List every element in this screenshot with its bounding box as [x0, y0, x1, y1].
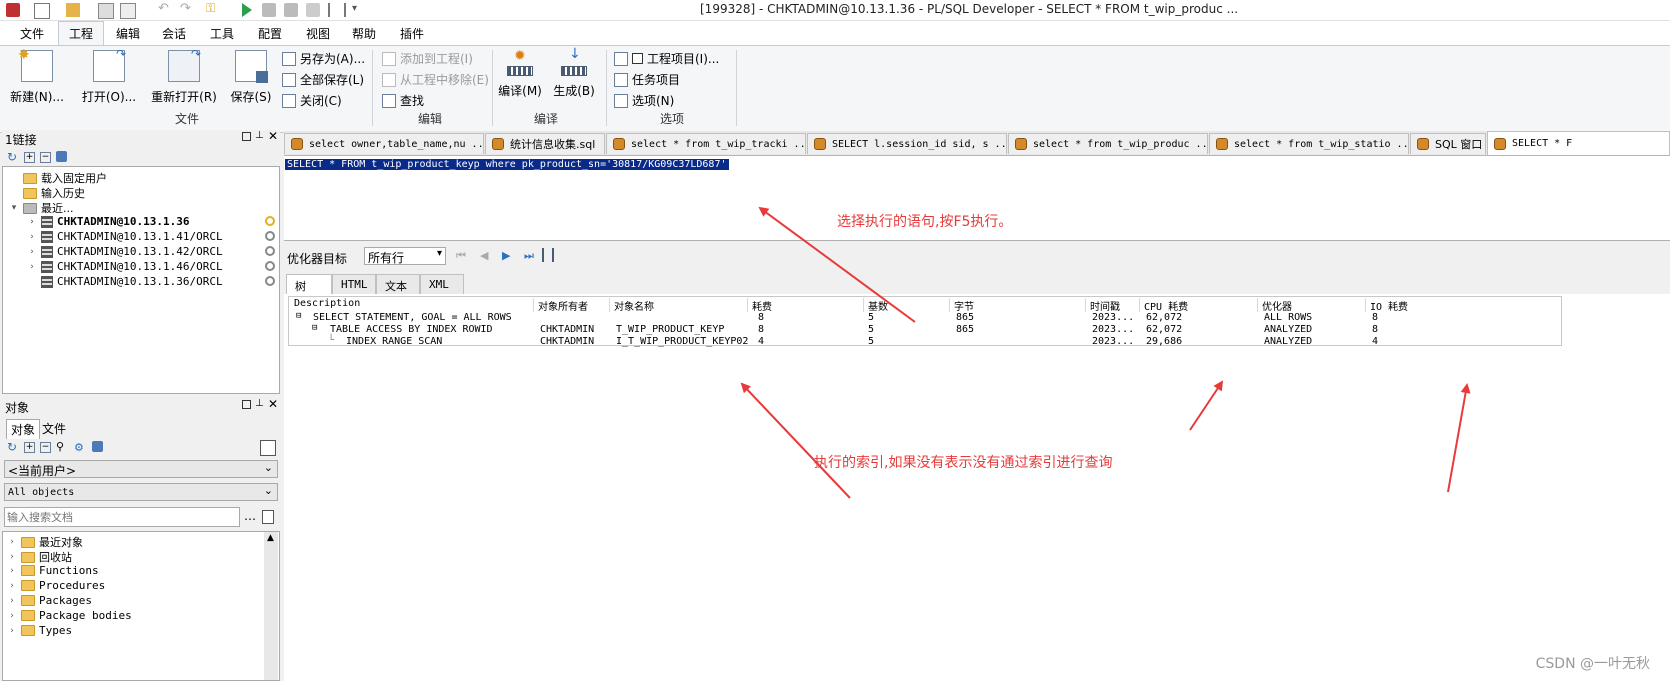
arrow-to-index: [740, 382, 851, 499]
watermark: CSDN @一叶无秋: [1535, 656, 1650, 672]
arrow-to-io-cost: [1447, 383, 1471, 493]
arrow-to-sql: [758, 206, 916, 323]
annotation-arrows: [740, 206, 1471, 499]
arrow-to-cpu-cost: [1189, 380, 1224, 431]
